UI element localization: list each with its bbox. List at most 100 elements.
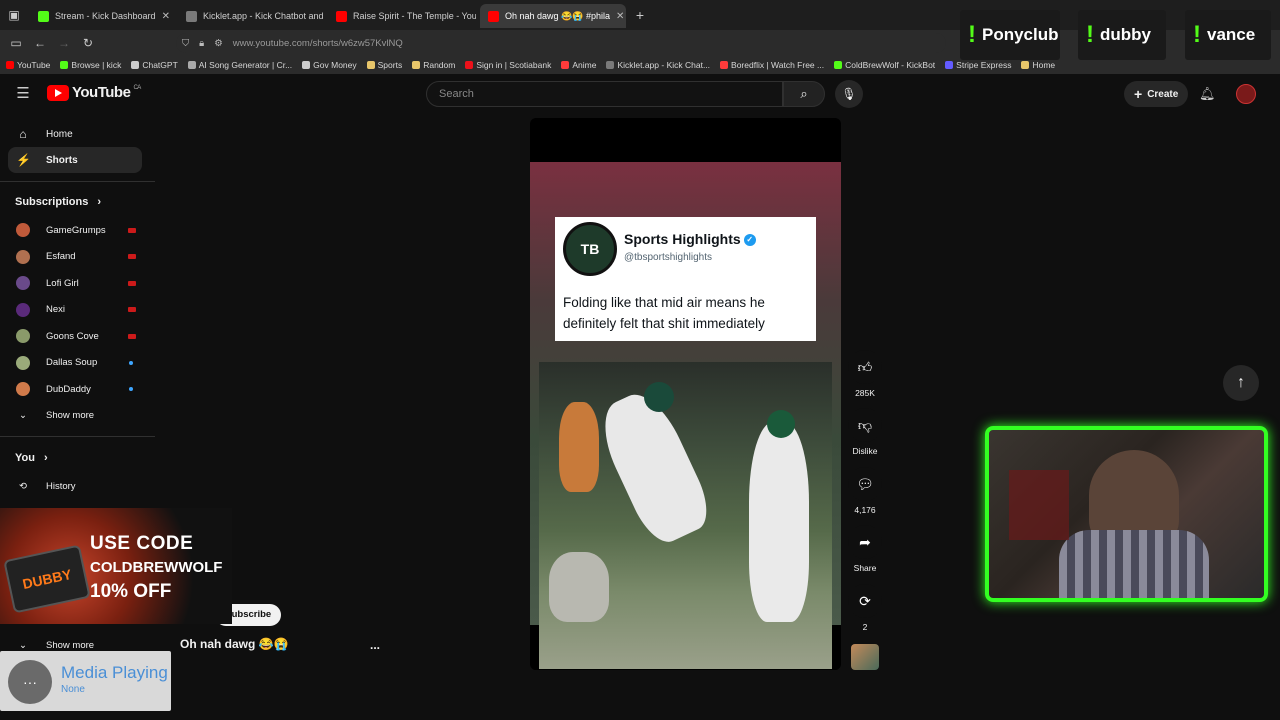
search-input[interactable]: Search bbox=[426, 81, 783, 107]
bookmark-item[interactable]: Boredflix | Watch Free ... bbox=[720, 60, 824, 70]
bookmark-item[interactable]: Anime bbox=[561, 60, 596, 70]
share-button[interactable]: ➦ Share bbox=[847, 525, 883, 573]
voice-search-button[interactable]: 🎙︎ bbox=[835, 80, 863, 108]
show-more-subscriptions[interactable]: ⌄ Show more bbox=[8, 404, 142, 426]
browser-tab[interactable]: Kicklet.app - Kick Chatbot and C ✕ bbox=[178, 4, 326, 28]
tweet-avatar: TB bbox=[563, 222, 617, 276]
bookmark-item[interactable]: Random bbox=[412, 60, 455, 70]
short-title[interactable]: Oh nah dawg 😂😭 bbox=[180, 637, 289, 651]
tweet-author-name: Sports Highlights ✓ bbox=[624, 231, 756, 247]
bookmark-favicon-icon bbox=[1021, 61, 1030, 69]
back-icon[interactable]: ← bbox=[32, 35, 48, 51]
reload-icon[interactable]: ↻ bbox=[80, 35, 96, 51]
subscription-item[interactable]: GameGrumps bbox=[8, 219, 142, 241]
bookmark-item[interactable]: Home bbox=[1021, 60, 1055, 70]
site-settings-icon[interactable]: ⚙ bbox=[214, 38, 223, 49]
divider bbox=[0, 181, 155, 182]
tab-close-icon[interactable]: ✕ bbox=[162, 11, 170, 22]
tab-close-icon[interactable]: ✕ bbox=[616, 11, 624, 22]
promo-overlay: DUBBY USE CODE COLDBREWWOLF 10% OFF bbox=[0, 508, 232, 624]
forward-icon[interactable]: → bbox=[56, 35, 72, 51]
bookmark-favicon-icon bbox=[606, 61, 615, 69]
bookmark-item[interactable]: Stripe Express bbox=[945, 60, 1011, 70]
media-subtitle: None bbox=[61, 684, 85, 695]
sidebar-item-history[interactable]: ⟲ History bbox=[8, 475, 142, 497]
new-tab-icon[interactable]: + bbox=[632, 7, 648, 23]
subscription-item[interactable]: Goons Cove bbox=[8, 325, 142, 347]
bookmark-favicon-icon bbox=[412, 61, 421, 69]
previous-short-button[interactable]: ↑ bbox=[1223, 365, 1259, 401]
webcam-overlay bbox=[985, 426, 1268, 602]
subscription-item[interactable]: DubDaddy bbox=[8, 378, 142, 400]
chevron-down-icon: ⌄ bbox=[19, 409, 27, 421]
shorts-video[interactable]: TB Sports Highlights ✓ @tbsportshighlight… bbox=[530, 162, 841, 670]
avatar[interactable] bbox=[1236, 84, 1256, 104]
browser-tab[interactable]: Raise Spirit - The Temple - YouT ✕ bbox=[328, 4, 476, 28]
subscription-item[interactable]: Esfand bbox=[8, 246, 142, 268]
bookmark-item[interactable]: YouTube bbox=[6, 60, 50, 70]
exclamation-icon: ! bbox=[1193, 21, 1201, 48]
dislike-button[interactable]: 👎︎ Dislike bbox=[847, 408, 883, 456]
tab-label: Raise Spirit - The Temple - YouT bbox=[353, 11, 476, 21]
browser-tab[interactable]: Stream - Kick Dashboard ✕ bbox=[30, 4, 178, 28]
bookmark-item[interactable]: Kicklet.app - Kick Chat... bbox=[606, 60, 710, 70]
dubby-logo: DUBBY bbox=[3, 544, 91, 614]
history-icon: ⟲ bbox=[19, 480, 27, 492]
sidebar-toggle-icon[interactable]: ▭ bbox=[8, 35, 24, 51]
remix-icon: ⟳ bbox=[848, 584, 882, 618]
shorts-icon: ⚡ bbox=[16, 153, 31, 167]
share-label: Share bbox=[853, 563, 877, 573]
bookmark-item[interactable]: ChatGPT bbox=[131, 60, 178, 70]
sideline-figure bbox=[559, 402, 599, 492]
you-heading[interactable]: You › bbox=[15, 452, 48, 464]
menu-icon[interactable]: ☰ bbox=[15, 86, 31, 102]
overlay-viewer-name: ! Ponyclub bbox=[960, 10, 1060, 60]
more-options-button[interactable]: ... bbox=[370, 638, 380, 652]
sound-thumbnail[interactable] bbox=[851, 644, 879, 670]
bookmark-item[interactable]: Gov Money bbox=[302, 60, 357, 70]
bookmark-favicon-icon bbox=[6, 61, 14, 69]
bookmark-favicon-icon bbox=[187, 61, 196, 69]
like-button[interactable]: 👍︎ 285K bbox=[847, 350, 883, 398]
bookmark-item[interactable]: AI Song Generator | Cr... bbox=[187, 60, 292, 70]
search-button[interactable]: ⌕ bbox=[783, 81, 825, 107]
create-button[interactable]: + Create bbox=[1124, 81, 1189, 107]
media-playing-overlay: ··· Media Playing None bbox=[0, 651, 171, 711]
subscription-item[interactable]: Lofi Girl bbox=[8, 272, 142, 294]
bookmark-label: YouTube bbox=[17, 60, 51, 70]
bookmark-label: Random bbox=[423, 60, 456, 70]
sidebar-item-home[interactable]: ⌂ Home bbox=[8, 121, 142, 147]
shield-icon[interactable]: ⛉ bbox=[182, 38, 189, 49]
browser-tab-active[interactable]: Oh nah dawg 😂😭 #phila ✕ bbox=[480, 4, 626, 28]
channel-avatar bbox=[16, 355, 30, 370]
youtube-logo[interactable]: YouTube CA bbox=[47, 84, 141, 101]
exclamation-icon: ! bbox=[1086, 21, 1094, 48]
subscription-item[interactable]: Nexi bbox=[8, 299, 142, 321]
channel-avatar bbox=[16, 302, 30, 317]
chevron-right-icon: › bbox=[97, 196, 102, 208]
sidebar-item-shorts[interactable]: ⚡ Shorts bbox=[8, 147, 142, 173]
subscriptions-heading[interactable]: Subscriptions › bbox=[15, 196, 101, 208]
tab-actions-icon[interactable]: ▣ bbox=[6, 7, 22, 23]
comments-button[interactable]: 💬︎ 4,176 bbox=[847, 467, 883, 515]
exclamation-icon: ! bbox=[968, 21, 976, 48]
bookmark-item[interactable]: Browse | kick bbox=[60, 60, 121, 70]
sidebar-item-label: Shorts bbox=[46, 154, 78, 166]
player-helmet bbox=[644, 382, 674, 412]
you-label: You bbox=[15, 452, 35, 464]
bookmark-item[interactable]: Sports bbox=[366, 60, 402, 70]
bookmark-item[interactable]: ColdBrewWolf - KickBot bbox=[834, 60, 935, 70]
subscription-item[interactable]: Dallas Soup bbox=[8, 352, 142, 374]
youtube-play-icon bbox=[47, 84, 69, 101]
notifications-bell-icon[interactable]: 🔔︎ bbox=[1199, 86, 1216, 102]
shorts-player[interactable]: TB Sports Highlights ✓ @tbsportshighlight… bbox=[530, 118, 841, 670]
bookmark-item[interactable]: Sign in | Scotiabank bbox=[465, 60, 551, 70]
url-field[interactable]: ⛉ 🔒︎ ⚙ www.youtube.com/shorts/w6zw57KvlN… bbox=[176, 33, 946, 53]
channel-avatar bbox=[16, 382, 30, 396]
remix-button[interactable]: ⟳ 2 bbox=[847, 584, 883, 632]
bookmark-label: Gov Money bbox=[313, 60, 357, 70]
sidebar-item-label: Home bbox=[46, 128, 73, 140]
chevron-right-icon: › bbox=[44, 452, 48, 464]
subscription-name: DubDaddy bbox=[46, 383, 91, 395]
like-count: 285K bbox=[855, 388, 875, 398]
